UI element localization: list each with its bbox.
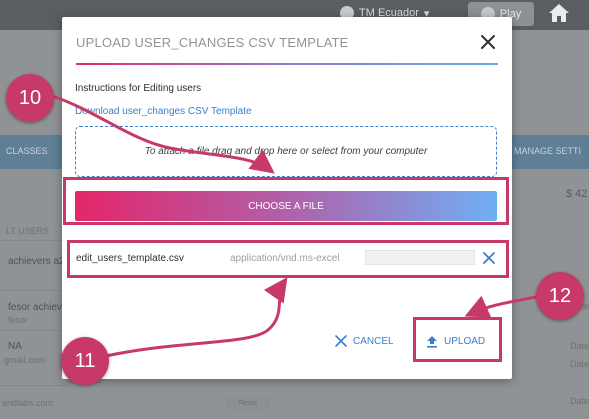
- highlight-selected-file: [67, 240, 509, 278]
- list-item: fesor: [8, 315, 29, 325]
- list-item: fesor achiev: [8, 302, 62, 313]
- x-icon: [335, 335, 347, 347]
- header-right-text: MANAGE SETTI: [514, 146, 582, 156]
- step-badge-10: 10: [6, 74, 54, 122]
- reset-button[interactable]: Reset: [226, 397, 270, 410]
- highlight-upload: [413, 317, 502, 362]
- date-text: Date: [570, 359, 589, 369]
- date-text: Date: [570, 396, 589, 406]
- title-divider: [76, 63, 498, 65]
- close-icon[interactable]: [478, 32, 498, 52]
- download-template-link[interactable]: Download user_changes CSV Template: [75, 106, 252, 117]
- list-section-label: LT USERS: [6, 226, 50, 236]
- date-text: Date: [570, 341, 589, 351]
- file-dropzone[interactable]: To attach a file drag and drop here or s…: [75, 126, 497, 177]
- step-badge-11: 11: [61, 337, 109, 385]
- divider: [0, 385, 68, 386]
- list-item: NA: [8, 341, 22, 352]
- list-item: achievers a2: [8, 256, 65, 267]
- home-icon[interactable]: [548, 3, 570, 23]
- header-left-text: CLASSES: [6, 146, 48, 156]
- list-item: endlabs.com: [2, 398, 54, 408]
- modal-title: UPLOAD USER_CHANGES CSV TEMPLATE: [76, 35, 349, 50]
- cancel-button[interactable]: CANCEL: [334, 333, 394, 349]
- dropzone-text: To attach a file drag and drop here or s…: [144, 146, 428, 157]
- divider: [0, 290, 68, 291]
- step-badge-12: 12: [536, 272, 584, 320]
- divider: [0, 330, 68, 331]
- list-item: gmail.com: [4, 355, 46, 365]
- cancel-label: CANCEL: [353, 335, 394, 347]
- amount-text: $ 42: [566, 188, 588, 200]
- instructions-title: Instructions for Editing users: [75, 83, 202, 94]
- highlight-choose-file: [63, 177, 509, 225]
- divider: [0, 240, 68, 241]
